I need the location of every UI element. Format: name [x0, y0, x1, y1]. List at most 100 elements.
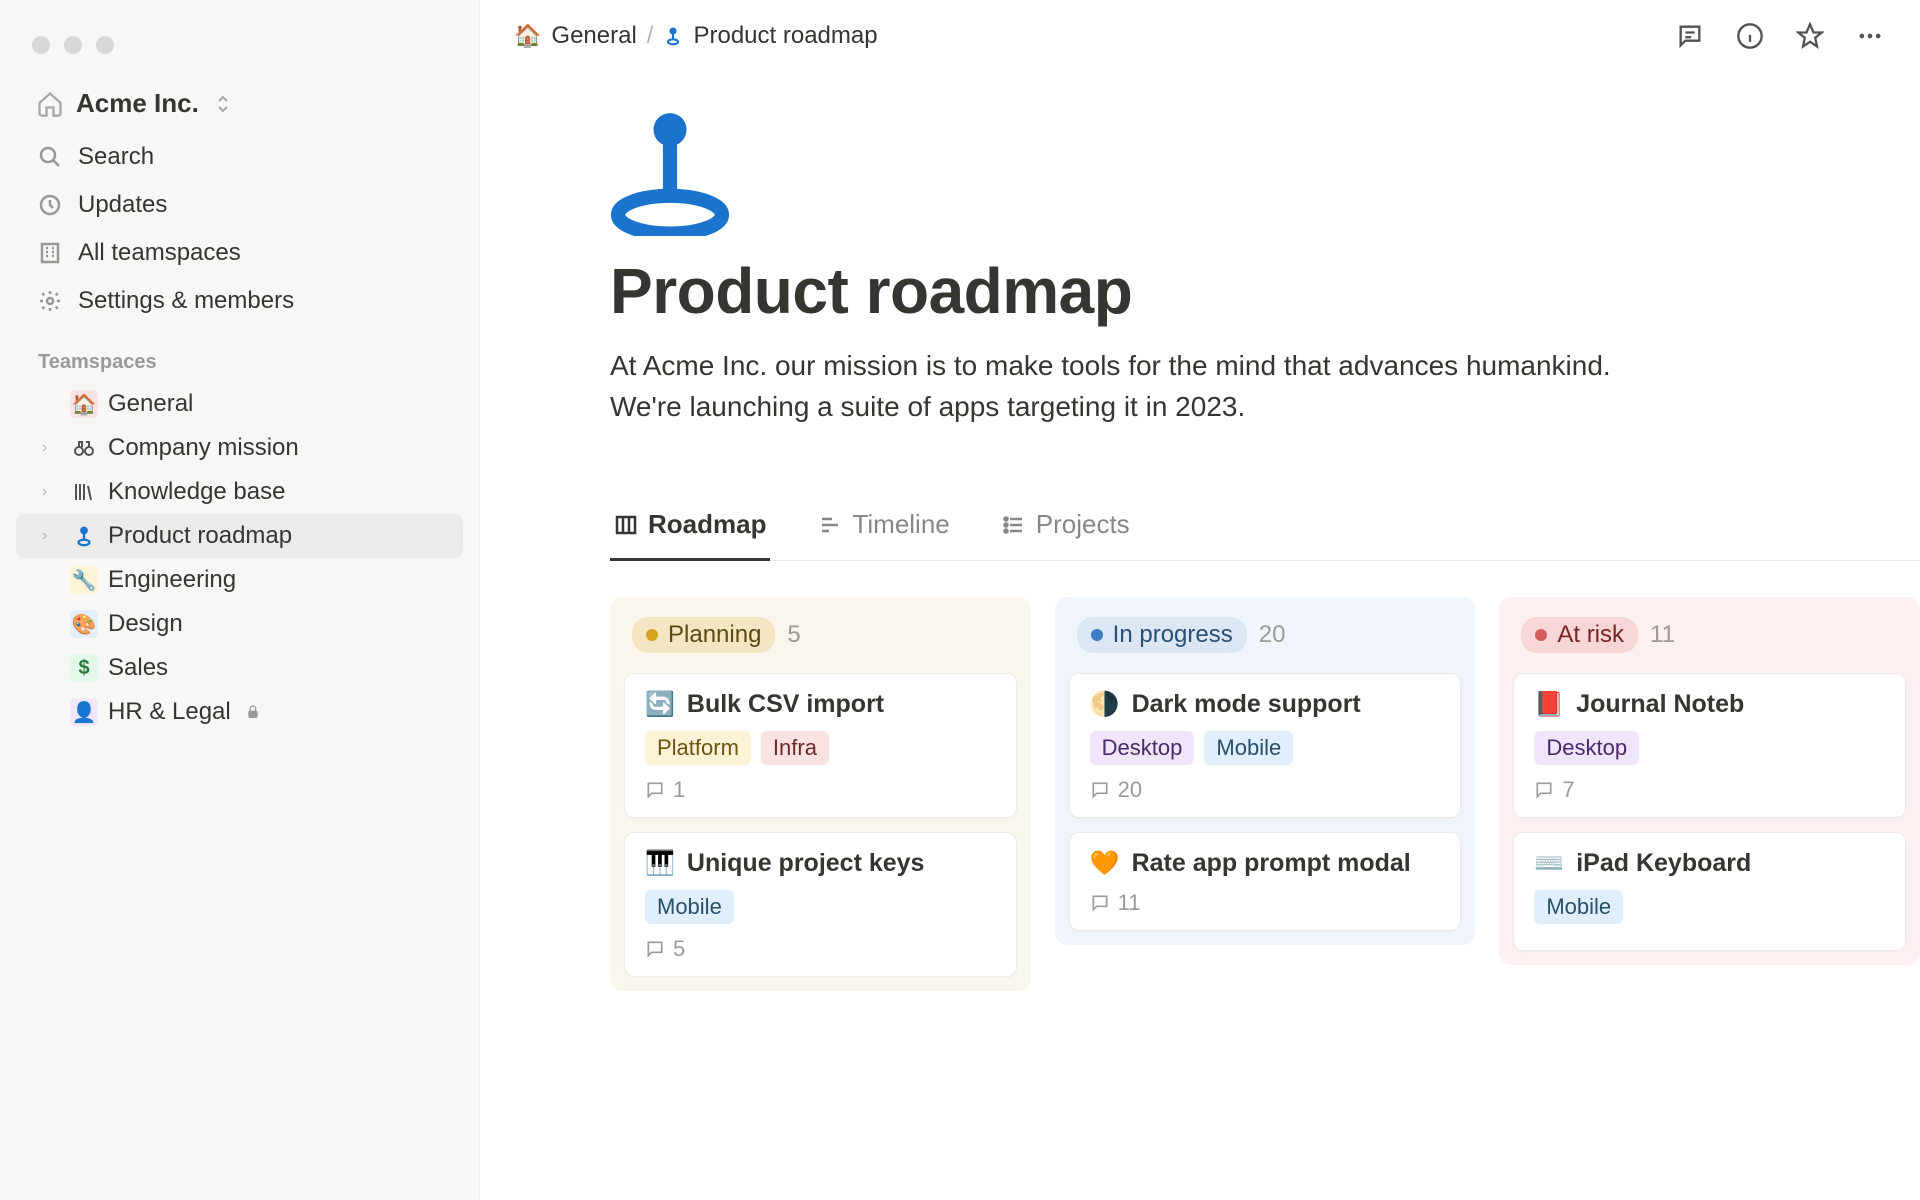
- more-button[interactable]: [1854, 20, 1886, 52]
- main-content: 🏠 General / Product roadmap: [480, 0, 1920, 1200]
- minimize-window-dot[interactable]: [64, 36, 82, 54]
- board-column: Planning 5 🔄 Bulk CSV import Platform Infra 1 🎹…: [610, 597, 1031, 991]
- topbar: 🏠 General / Product roadmap: [480, 0, 1920, 72]
- page-description[interactable]: At Acme Inc. our mission is to make tool…: [610, 346, 1670, 427]
- sidebar-item-label: Sales: [108, 654, 168, 682]
- info-button[interactable]: [1734, 20, 1766, 52]
- nav-search[interactable]: Search: [0, 133, 479, 181]
- page-title[interactable]: Product roadmap: [610, 254, 1920, 328]
- chevron-updown-icon: [215, 94, 231, 114]
- column-header: At risk11: [1513, 611, 1906, 659]
- nav-updates[interactable]: Updates: [0, 181, 479, 229]
- breadcrumb-root[interactable]: General: [551, 22, 636, 50]
- window-traffic-lights: [0, 18, 479, 84]
- tag[interactable]: Platform: [645, 731, 751, 765]
- sidebar-section-label: Teamspaces: [0, 325, 479, 382]
- status-label: At risk: [1557, 621, 1624, 649]
- kanban-board: Planning 5 🔄 Bulk CSV import Platform Infra 1 🎹…: [610, 597, 1920, 991]
- sidebar-item-general[interactable]: 🏠 General: [16, 382, 463, 426]
- pin-icon: [70, 522, 98, 550]
- board-column: In progress20🌗Dark mode supportDesktopMo…: [1055, 597, 1476, 945]
- clock-icon: [36, 193, 64, 217]
- page-hero-icon[interactable]: [610, 106, 1920, 236]
- card-title: 📕Journal Noteb: [1534, 690, 1885, 719]
- tag[interactable]: Mobile: [645, 890, 734, 924]
- list-icon: [1002, 513, 1026, 537]
- workspace-name: Acme Inc.: [76, 88, 199, 119]
- card-emoji-icon: 🌗: [1090, 690, 1120, 719]
- tab-label: Roadmap: [648, 509, 766, 540]
- card-emoji-icon: ⌨️: [1534, 849, 1564, 878]
- card-emoji-icon: 🔄: [645, 690, 675, 719]
- board-card[interactable]: 🔄 Bulk CSV import Platform Infra 1: [624, 673, 1017, 818]
- comment-count: 20: [1118, 777, 1142, 803]
- nav-all-teamspaces-label: All teamspaces: [78, 239, 241, 267]
- card-tags: Desktop Mobile: [1090, 731, 1441, 765]
- nav-settings-label: Settings & members: [78, 287, 294, 315]
- card-tags: Desktop: [1534, 731, 1885, 765]
- card-comments[interactable]: 20: [1090, 777, 1441, 803]
- house-icon: 🏠: [514, 23, 541, 49]
- sidebar-item-engineering[interactable]: 🔧 Engineering: [16, 558, 463, 602]
- card-comments[interactable]: 5: [645, 936, 996, 962]
- sidebar-item-label: HR & Legal: [108, 698, 231, 726]
- dollar-icon: $: [70, 654, 98, 682]
- chevron-right-icon[interactable]: ›: [42, 527, 60, 545]
- card-emoji-icon: 🎹: [645, 849, 675, 878]
- comment-count: 5: [673, 936, 685, 962]
- board-card[interactable]: 🎹Unique project keysMobile5: [624, 832, 1017, 977]
- close-window-dot[interactable]: [32, 36, 50, 54]
- search-icon: [36, 145, 64, 169]
- sidebar-item-company-mission[interactable]: › Company mission: [16, 426, 463, 470]
- card-tags: Mobile: [1534, 890, 1885, 924]
- timeline-icon: [818, 513, 842, 537]
- tag[interactable]: Desktop: [1090, 731, 1195, 765]
- tag[interactable]: Mobile: [1534, 890, 1623, 924]
- comments-button[interactable]: [1674, 20, 1706, 52]
- breadcrumb: 🏠 General / Product roadmap: [514, 22, 878, 50]
- comment-count: 7: [1562, 777, 1574, 803]
- status-pill[interactable]: Planning: [632, 617, 775, 653]
- card-tags: Mobile: [645, 890, 996, 924]
- board-card[interactable]: 📕Journal Noteb Desktop 7: [1513, 673, 1906, 818]
- tab-timeline[interactable]: Timeline: [814, 497, 953, 561]
- sidebar-item-knowledge-base[interactable]: › Knowledge base: [16, 470, 463, 514]
- tab-label: Projects: [1036, 509, 1130, 540]
- card-title-text: Rate app prompt modal: [1132, 849, 1411, 878]
- view-tabs: Roadmap Timeline Projects: [610, 497, 1920, 561]
- card-emoji-icon: 🧡: [1090, 849, 1120, 878]
- tab-projects[interactable]: Projects: [998, 497, 1134, 561]
- column-header: In progress20: [1069, 611, 1462, 659]
- favorite-button[interactable]: [1794, 20, 1826, 52]
- card-comments[interactable]: 1: [645, 777, 996, 803]
- board-card[interactable]: ⌨️iPad KeyboardMobile: [1513, 832, 1906, 951]
- nav-all-teamspaces[interactable]: All teamspaces: [0, 229, 479, 277]
- card-title: 🌗Dark mode support: [1090, 690, 1441, 719]
- sidebar-item-sales[interactable]: $ Sales: [16, 646, 463, 690]
- comment-count: 1: [673, 777, 685, 803]
- nav-settings[interactable]: Settings & members: [0, 277, 479, 325]
- zoom-window-dot[interactable]: [96, 36, 114, 54]
- card-comments[interactable]: 11: [1090, 890, 1441, 916]
- sidebar-item-hr-legal[interactable]: 👤 HR & Legal: [16, 690, 463, 734]
- board-card[interactable]: 🌗Dark mode support Desktop Mobile 20: [1069, 673, 1462, 818]
- card-comments[interactable]: 7: [1534, 777, 1885, 803]
- status-label: In progress: [1113, 621, 1233, 649]
- tag[interactable]: Desktop: [1534, 731, 1639, 765]
- status-pill[interactable]: In progress: [1077, 617, 1247, 653]
- breadcrumb-page[interactable]: Product roadmap: [693, 22, 877, 50]
- card-title-text: Bulk CSV import: [687, 690, 884, 719]
- sidebar-item-design[interactable]: 🎨 Design: [16, 602, 463, 646]
- chevron-right-icon[interactable]: ›: [42, 439, 60, 457]
- sidebar: Acme Inc. Search Updates All teamspaces …: [0, 0, 480, 1200]
- tag[interactable]: Infra: [761, 731, 829, 765]
- wrench-icon: 🔧: [70, 566, 98, 594]
- sidebar-item-product-roadmap[interactable]: › Product roadmap: [16, 514, 463, 558]
- workspace-switcher[interactable]: Acme Inc.: [0, 84, 479, 133]
- card-emoji-icon: 📕: [1534, 690, 1564, 719]
- tag[interactable]: Mobile: [1204, 731, 1293, 765]
- board-card[interactable]: 🧡 Rate app prompt modal 11: [1069, 832, 1462, 931]
- status-pill[interactable]: At risk: [1521, 617, 1638, 653]
- tab-roadmap[interactable]: Roadmap: [610, 497, 770, 561]
- chevron-right-icon[interactable]: ›: [42, 483, 60, 501]
